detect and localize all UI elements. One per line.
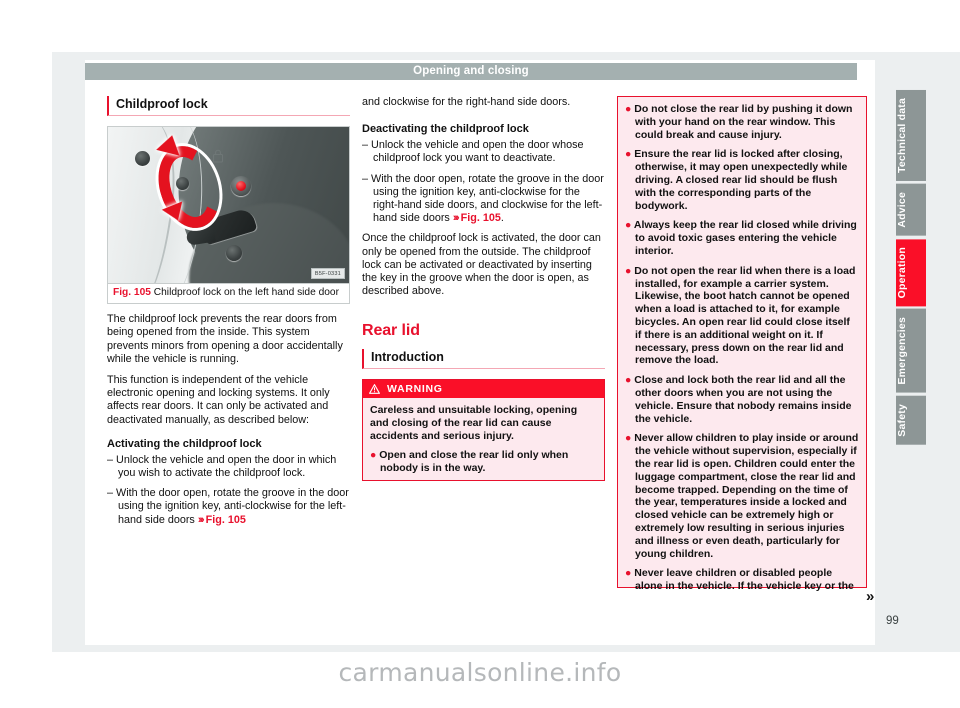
door-bolt-hole-1: [135, 151, 150, 166]
warning-bullet: ● Never allow children to play inside or…: [625, 432, 859, 560]
paragraph-childproof-independent: This function is independent of the vehi…: [107, 374, 330, 426]
page-title: Rear lid: [362, 322, 420, 340]
paragraph-childproof-intro: The childproof lock prevents the rear do…: [107, 313, 343, 365]
subheading-deactivating-childproof-lock: Deactivating the childproof lock: [362, 123, 529, 136]
figure-105-caption: Fig. 105 Childproof lock on the left han…: [107, 284, 350, 305]
warning-bullet-text: Always keep the rear lid closed while dr…: [633, 219, 857, 257]
warning-bullet: ● Do not open the rear lid when there is…: [625, 265, 859, 367]
list-item: – Unlock the vehicle and open the door w…: [362, 139, 605, 165]
cross-reference-chevron-icon: ›››: [452, 212, 460, 225]
list-item: – With the door open, rotate the groove …: [107, 487, 350, 527]
list-dash: –: [362, 172, 369, 185]
left-column: Childproof lock B5F-0331 Fig. 105 Childp…: [107, 96, 350, 534]
warning-bullet-text: Never allow children to play inside or a…: [634, 432, 859, 560]
figure-105-image: B5F-0331: [107, 126, 350, 284]
childproof-lock-groove: [231, 176, 251, 196]
warning-bullet: ● Close and lock both the rear lid and a…: [625, 374, 859, 425]
list-dash: –: [362, 139, 369, 152]
warning-bullet: ● Open and close the rear lid only when …: [370, 449, 597, 475]
warning-bullet: ● Ensure the rear lid is locked after cl…: [625, 148, 859, 212]
warning-bullet: ● Never leave children or disabled peopl…: [625, 567, 859, 593]
warning-bullet-text: Open and close the rear lid only when no…: [379, 449, 569, 475]
figure-caption-text: Childproof lock on the left hand side do…: [153, 287, 339, 298]
site-watermark: carmanualsonline.info: [338, 658, 622, 687]
bullet-dot-icon: ●: [625, 567, 632, 580]
list-item: – With the door open, rotate the groove …: [362, 173, 605, 226]
figure-105: B5F-0331 Fig. 105 Childproof lock on the…: [107, 126, 350, 305]
page-number: 99: [886, 615, 899, 627]
chapter-header: Opening and closing: [85, 63, 857, 80]
bullet-dot-icon: ●: [625, 374, 632, 387]
bullet-dot-icon: ●: [370, 449, 377, 462]
list-dash: –: [107, 487, 114, 500]
manual-page-root: Opening and closing Childproof lock B5F-…: [0, 0, 960, 708]
warning-bullet-text: Do not open the rear lid when there is a…: [634, 264, 856, 367]
padlock-icon: [213, 149, 223, 163]
right-column: ● Do not close the rear lid by pushing i…: [617, 96, 867, 592]
list-item-text: Unlock the vehicle and open the door who…: [371, 139, 584, 165]
warning-box-body: Careless and unsuitable locking, opening…: [363, 397, 604, 480]
list-item-text-after: .: [500, 212, 504, 225]
warning-bullet: ● Do not close the rear lid by pushing i…: [625, 103, 859, 141]
paragraph-continuation: and clockwise for the right-hand side do…: [362, 96, 571, 108]
cross-reference-link[interactable]: Fig. 105: [206, 514, 246, 526]
tab-operation[interactable]: Operation: [896, 238, 926, 306]
list-dash: –: [107, 453, 114, 466]
warning-box-continued: ● Do not close the rear lid by pushing i…: [617, 96, 867, 592]
figure-number: Fig. 105: [113, 287, 151, 298]
warning-bullet-text: Never leave children or disabled people …: [634, 567, 854, 593]
section-heading-childproof-lock: Childproof lock: [107, 96, 350, 116]
paragraph-childproof-summary: Once the childproof lock is activated, t…: [362, 232, 601, 298]
bullet-dot-icon: ●: [625, 103, 632, 115]
warning-bullet-text: Do not close the rear lid by pushing it …: [634, 103, 853, 141]
bullet-dot-icon: ●: [625, 432, 632, 445]
cross-reference-chevron-icon: ›››: [197, 513, 205, 526]
list-item-text: Unlock the vehicle and open the door in …: [116, 453, 337, 480]
figure-image-code: B5F-0331: [310, 268, 345, 279]
warning-box: WARNING Careless and unsuitable locking,…: [362, 379, 605, 481]
bullet-dot-icon: ●: [625, 219, 632, 232]
section-heading-introduction: Introduction: [362, 349, 605, 370]
warning-box-header: WARNING: [363, 380, 604, 398]
warning-triangle-icon: [369, 383, 380, 394]
tab-emergencies[interactable]: Emergencies: [896, 309, 926, 393]
warning-intro-text: Careless and unsuitable locking, opening…: [370, 403, 578, 442]
cross-reference-link[interactable]: Fig. 105: [461, 212, 501, 224]
section-tabs: Technical data Advice Operation Emergenc…: [896, 90, 926, 447]
list-item: – Unlock the vehicle and open the door i…: [107, 454, 350, 480]
tab-technical-data[interactable]: Technical data: [896, 90, 926, 181]
middle-column: and clockwise for the right-hand side do…: [362, 96, 605, 490]
bullet-dot-icon: ●: [625, 264, 632, 277]
tab-safety[interactable]: Safety: [896, 395, 926, 445]
warning-bullet-text: Close and lock both the rear lid and all…: [634, 374, 852, 425]
warning-label: WARNING: [387, 382, 443, 395]
door-bolt-hole-3: [226, 245, 242, 261]
tab-advice[interactable]: Advice: [896, 183, 926, 236]
continuation-chevron-icon: »: [866, 588, 875, 605]
warning-bullet-text: Ensure the rear lid is locked after clos…: [634, 148, 848, 212]
subheading-activating-childproof-lock: Activating the childproof lock: [107, 437, 262, 450]
bullet-dot-icon: ●: [625, 148, 632, 161]
warning-bullet: ● Always keep the rear lid closed while …: [625, 219, 859, 257]
